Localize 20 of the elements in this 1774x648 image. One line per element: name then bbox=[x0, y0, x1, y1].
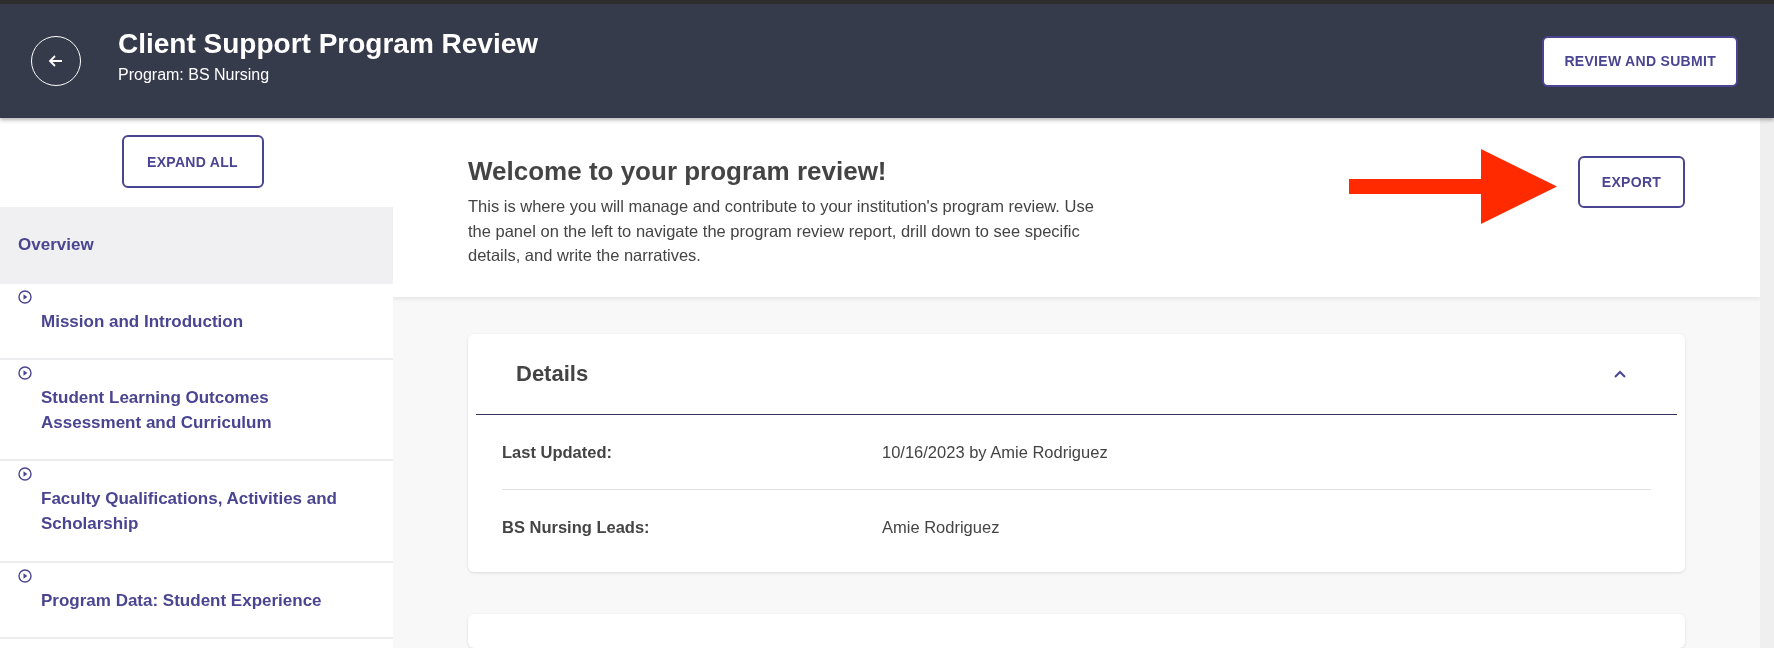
expand-all-button[interactable]: EXPAND ALL bbox=[121, 135, 264, 188]
details-heading: Details bbox=[516, 361, 590, 388]
welcome-text: This is where you will manage and contribute to your institution's program review. Use the panel on the left to navigate the program review report, drill down to see specific details, and write the narratives. bbox=[468, 196, 1095, 266]
play-circle-icon bbox=[18, 569, 32, 583]
export-button[interactable]: EXPORT bbox=[1578, 156, 1685, 208]
play-circle-icon bbox=[18, 366, 32, 380]
back-arrow-icon bbox=[48, 53, 64, 69]
page-title: Client Support Program Review bbox=[118, 28, 540, 60]
sidebar-item[interactable]: Overview bbox=[0, 207, 393, 284]
chevron-up-icon bbox=[1614, 369, 1626, 379]
welcome-heading: Welcome to your program review! bbox=[468, 156, 888, 186]
field-label: Last Updated: bbox=[502, 442, 613, 462]
field-value: Amie Rodriguez bbox=[882, 517, 1000, 537]
play-circle-icon bbox=[18, 290, 32, 304]
play-circle-icon bbox=[18, 467, 32, 481]
field-value: 10/16/2023 by Amie Rodriguez bbox=[882, 442, 1108, 462]
program-subtitle: Program: BS Nursing bbox=[118, 66, 271, 84]
field-label: BS Nursing Leads: bbox=[502, 517, 651, 537]
back-button[interactable] bbox=[31, 36, 81, 86]
review-and-submit-button[interactable]: REVIEW AND SUBMIT bbox=[1542, 35, 1738, 87]
